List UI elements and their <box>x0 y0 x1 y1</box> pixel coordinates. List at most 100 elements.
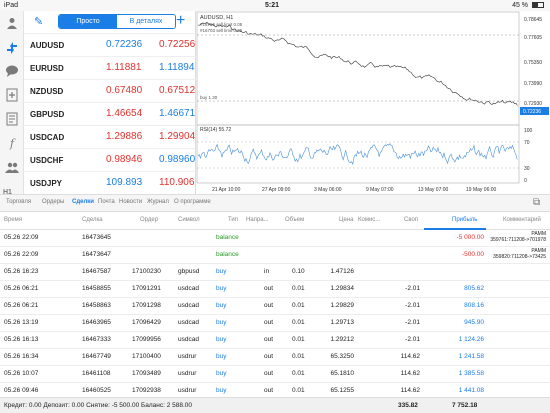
table-row[interactable]: 05.26 22:09 16473645 balance -5 000.00 PAMM 3… <box>0 230 550 247</box>
cell-volume: 0.01 <box>292 370 305 377</box>
left-sidebar: f H1 <box>0 11 24 196</box>
quote-bid[interactable]: 0.67480 <box>106 85 142 96</box>
cell-direction: out <box>264 387 274 394</box>
quote-row[interactable]: USDJPY 109.893 110.906 <box>24 171 196 194</box>
quote-bid[interactable]: 1.11881 <box>106 62 141 73</box>
cell-direction: out <box>264 370 274 377</box>
segment-detailed[interactable]: В деталях <box>117 15 175 28</box>
quote-row[interactable]: USDCHF 0.98946 0.98960 <box>24 148 196 171</box>
col-time[interactable]: Время <box>4 217 22 223</box>
cell-order: 17099956 <box>132 336 161 343</box>
time-axis: 21 Apr 10:00 27 Apr 09:00 3 May 06:00 9 … <box>212 187 497 193</box>
quote-row[interactable]: EURUSD 1.11881 1.11894 <box>24 56 196 79</box>
table-row[interactable]: 05.26 22:09 16473647 balance -500.00 PAMM 359… <box>0 247 550 264</box>
cell-comment: PAMM 359761:711208->701978 <box>490 231 546 243</box>
table-row[interactable]: 05.26 06:21 16458863 17091298 usdcad buy out 0… <box>0 298 550 315</box>
cell-profit: 1 385.58 <box>458 370 484 377</box>
edit-icon[interactable]: ✎ <box>34 15 43 28</box>
col-price[interactable]: Цена <box>339 217 353 223</box>
quote-bid[interactable]: 0.72236 <box>106 39 142 50</box>
group-icon[interactable] <box>4 159 20 175</box>
rsi-label: RSI(14) 55.72 <box>200 127 231 133</box>
summary-text: Кредит: 0.00 Депозит: 0.00 Снятие: -5 50… <box>4 402 193 409</box>
chat-icon[interactable] <box>4 63 20 79</box>
quote-row[interactable]: NZDUSD 0.67480 0.67512 <box>24 79 196 102</box>
quote-ask[interactable]: 1.11894 <box>159 62 194 73</box>
quote-ask[interactable]: 0.72256 <box>159 39 195 50</box>
quote-bid[interactable]: 1.46654 <box>106 108 142 119</box>
cell-profit: 808.16 <box>464 302 484 309</box>
quote-ask[interactable]: 0.67512 <box>159 85 195 96</box>
col-symbol[interactable]: Символ <box>178 217 200 223</box>
news-icon[interactable] <box>4 111 20 127</box>
quote-bid[interactable]: 0.98946 <box>106 154 142 165</box>
quote-bid[interactable]: 109.893 <box>106 177 142 188</box>
function-icon[interactable]: f <box>4 135 20 151</box>
col-order[interactable]: Ордер <box>140 217 158 223</box>
table-row[interactable]: 05.26 16:23 16467587 17100230 gbpusd buy in 0.… <box>0 264 550 281</box>
add-symbol-icon[interactable]: + <box>176 12 185 30</box>
buy-annotation: buy 1.30 <box>200 95 218 100</box>
col-comment[interactable]: Комментарий <box>503 217 541 223</box>
col-profit[interactable]: Прибыль <box>452 217 477 223</box>
table-row[interactable]: 05.26 10:07 16461108 17093489 usdrur buy out 0… <box>0 366 550 383</box>
quote-bid[interactable]: 1.29886 <box>106 131 142 142</box>
col-swap[interactable]: Своп <box>404 217 418 223</box>
cell-time: 05.26 13:19 <box>4 319 39 326</box>
segment-simple[interactable]: Просто <box>59 15 117 28</box>
cell-order: 17092938 <box>132 387 161 394</box>
table-row[interactable]: 05.26 16:13 16467333 17099956 usdcad buy out 0… <box>0 332 550 349</box>
person-icon[interactable] <box>4 15 20 31</box>
price-chart[interactable]: AUDUSD, H1 #16756 sell limit 0.05 #16703… <box>196 11 550 194</box>
tab-orders[interactable]: Ордеры <box>42 199 64 205</box>
quote-row[interactable]: AUDUSD 0.72236 0.72256 <box>24 33 196 56</box>
tab-about[interactable]: О программе <box>174 199 211 205</box>
quote-row[interactable]: GBPUSD 1.46654 1.46671 <box>24 102 196 125</box>
tab-journal[interactable]: Журнал <box>147 199 169 205</box>
cell-profit: 1 441.08 <box>458 387 484 394</box>
cell-direction: out <box>264 302 274 309</box>
cell-price: 1.29834 <box>330 285 355 292</box>
rsi-tick: 0 <box>524 178 527 184</box>
chart-canvas[interactable]: AUDUSD, H1 #16756 sell limit 0.05 #16703… <box>196 11 550 194</box>
col-volume[interactable]: Объем <box>285 217 304 223</box>
col-deal[interactable]: Сделка <box>82 217 103 223</box>
tab-trade[interactable]: Торговля <box>6 199 31 205</box>
table-row[interactable]: 05.26 06:21 16458855 17091291 usdcad buy out 0… <box>0 281 550 298</box>
rsi-tick: 70 <box>524 140 530 146</box>
cell-deal: 16460525 <box>82 387 111 394</box>
quote-ask[interactable]: 110.906 <box>159 177 194 188</box>
quotes-icon[interactable] <box>4 39 20 55</box>
tab-deals[interactable]: Сделки <box>72 199 94 205</box>
history-tabs: Торговля Ордеры Сделки Почта Новости Жур… <box>0 194 550 212</box>
cell-deal: 16458855 <box>82 285 111 292</box>
price-line <box>197 21 518 106</box>
col-commission[interactable]: Комис... <box>358 217 380 223</box>
quote-ask[interactable]: 1.46671 <box>159 108 195 119</box>
tab-news[interactable]: Новости <box>119 199 142 205</box>
price-tick: 0.77605 <box>524 35 542 41</box>
device-label: iPad <box>4 2 19 9</box>
quote-ask[interactable]: 1.29904 <box>159 131 195 142</box>
cell-time: 05.26 09:46 <box>4 387 39 394</box>
cell-profit: -5 000.00 <box>456 234 484 241</box>
tab-mail[interactable]: Почта <box>98 199 115 205</box>
table-row[interactable]: 05.26 16:34 16467749 17100400 usdrur buy out 0… <box>0 349 550 366</box>
table-row[interactable]: 05.26 13:19 16463965 17096429 usdcad buy out 0… <box>0 315 550 332</box>
cell-price: 1.29212 <box>330 336 355 343</box>
cell-symbol: gbpusd <box>178 268 200 275</box>
comment-line: 359761:711208->701978 <box>490 237 546 243</box>
cell-profit: 945.90 <box>464 319 484 326</box>
cell-deal: 16467587 <box>82 268 111 275</box>
time-tick: 19 May 06:00 <box>466 187 497 193</box>
cell-volume: 0.01 <box>292 319 305 326</box>
export-icon[interactable]: ⧉ <box>533 197 540 208</box>
col-type[interactable]: Тип <box>228 217 238 223</box>
quote-row[interactable]: USDCAD 1.29886 1.29904 <box>24 125 196 148</box>
cell-symbol: usdcad <box>178 336 199 343</box>
cell-price: 65.3250 <box>330 353 355 360</box>
add-document-icon[interactable] <box>4 87 20 103</box>
cell-type: buy <box>216 336 227 343</box>
col-direction[interactable]: Напра... <box>246 217 269 223</box>
quote-ask[interactable]: 0.98960 <box>159 154 195 165</box>
